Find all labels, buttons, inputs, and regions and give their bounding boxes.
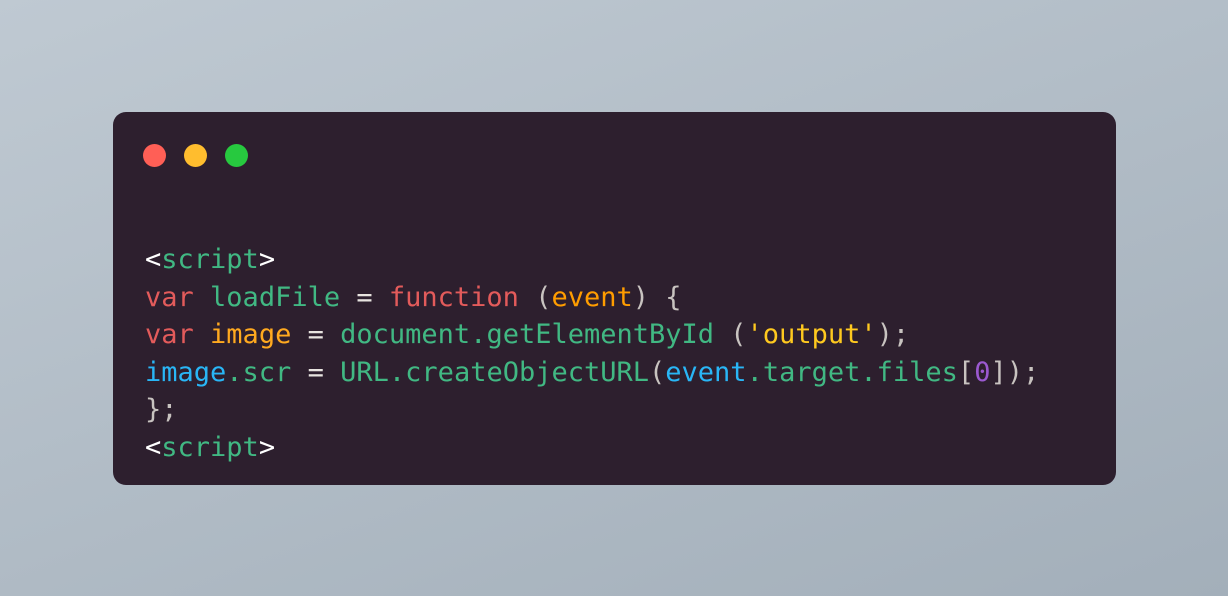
code-token-tag: script [161,431,259,463]
close-window-button[interactable] [143,144,166,167]
code-token-ident: document [340,319,471,350]
code-token-ident: URL [340,356,389,388]
code-token-ident: files [876,356,958,388]
code-token-bracket: > [258,244,276,275]
code-token-ident: getElementById [486,319,715,350]
code-token-punct: ( [730,319,747,350]
code-token-number: 0 [974,356,991,388]
code-line: var image = document.getElementById ('ou… [145,316,1085,354]
code-token-bracket: < [145,244,162,275]
code-token-param: event [551,281,633,313]
code-token-punct: } [145,394,162,425]
code-token-bracket: > [258,431,276,463]
code-token-ident: . [746,356,763,388]
maximize-window-button[interactable] [225,144,248,167]
code-token-ident: . [860,356,877,388]
code-token-punct: ( [649,356,666,388]
code-token-operator: = [356,281,373,313]
code-token-keyword: var [145,281,194,313]
code-token-bracket: < [145,431,162,463]
code-token-object: event [665,356,747,388]
code-block[interactable]: <script> var loadFile = function (event) … [145,241,1085,466]
code-token-punct: ] [990,356,1007,388]
code-token-string: 'output' [746,319,877,350]
code-token-ident: createObjectURL [405,356,650,388]
code-token-ident: . [388,356,406,388]
code-token-punct: ; [161,394,178,425]
minimize-window-button[interactable] [184,144,207,167]
page-canvas: <script> var loadFile = function (event) … [0,0,1228,596]
code-token-punct: ; [892,319,910,350]
code-token-ident: scr [242,356,292,388]
code-token-punct: ; [1022,356,1040,388]
code-token-object: image [145,356,227,388]
code-line: }; [145,391,1085,429]
code-token-operator: = [307,356,324,388]
code-token-keyword: function [388,281,519,313]
window-titlebar-controls [143,144,248,167]
code-token-punct: ( [535,281,552,313]
code-line: <script> [145,429,1085,467]
code-token-punct: ) [632,281,650,313]
code-token-punct: { [665,281,682,313]
code-token-punct: ) [876,319,893,350]
code-line: <script> [145,241,1085,279]
code-token-ident: . [470,319,487,350]
code-line: var loadFile = function (event) { [145,279,1085,317]
code-token-ident: . [226,356,243,388]
code-token-tag: script [161,244,259,275]
code-token-punct: ) [1006,356,1023,388]
code-token-func: loadFile [210,281,341,313]
code-token-ident: target [762,356,861,388]
code-token-operator: = [307,319,324,350]
code-token-variable: image [210,319,292,350]
code-line: image.scr = URL.createObjectURL(event.ta… [145,354,1085,392]
code-token-punct: [ [957,356,975,388]
code-token-keyword: var [145,319,194,350]
